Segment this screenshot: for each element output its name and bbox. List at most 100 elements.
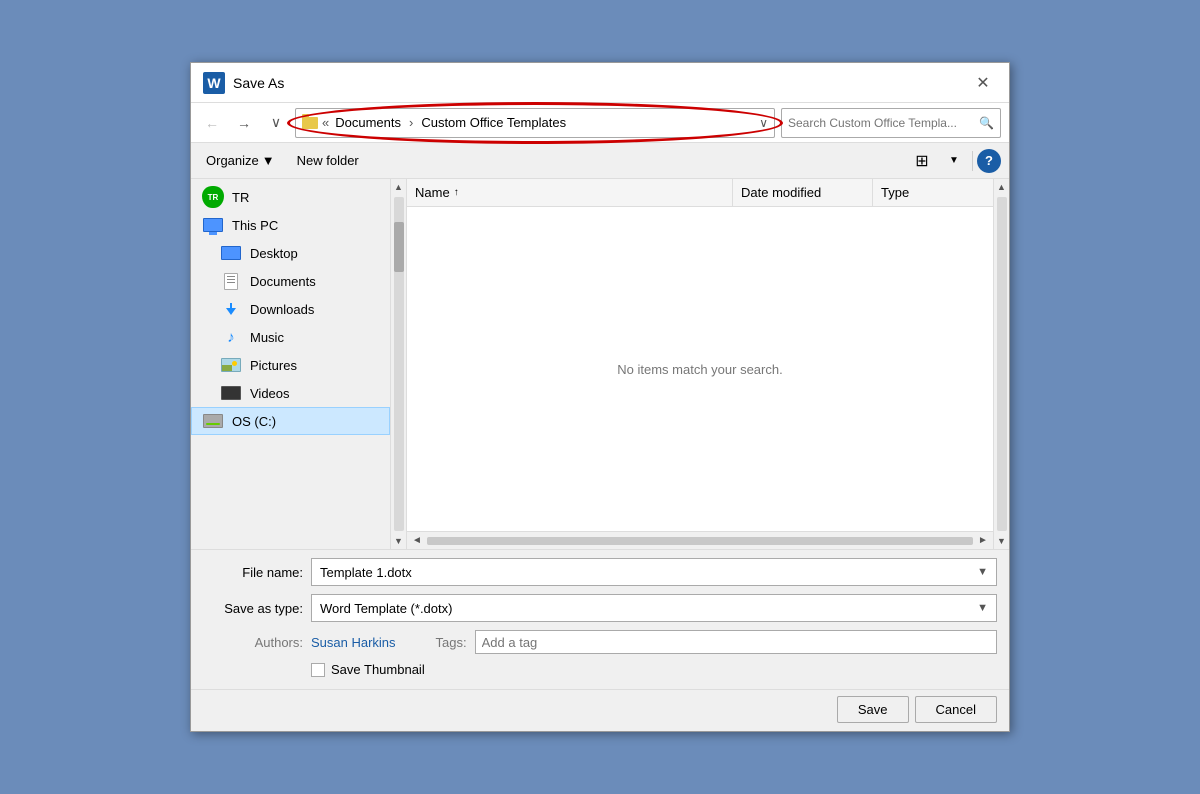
thumbnail-checkbox[interactable] bbox=[311, 663, 325, 677]
sidebar-scrollbar[interactable]: ▲ ▼ bbox=[391, 179, 407, 549]
sidebar-icon-downloads bbox=[220, 301, 242, 317]
organize-button[interactable]: Organize ▼ bbox=[199, 149, 282, 172]
file-empty-message: No items match your search. bbox=[407, 207, 993, 531]
filename-label: File name: bbox=[203, 565, 303, 580]
h-scroll-right-btn[interactable]: ► bbox=[975, 533, 991, 549]
filename-dropdown-icon[interactable]: ▼ bbox=[977, 566, 988, 578]
sidebar-scroll-track bbox=[394, 197, 404, 531]
sidebar-item-downloads[interactable]: Downloads bbox=[191, 295, 390, 323]
sidebar-scroll-up[interactable]: ▲ bbox=[391, 179, 407, 195]
toolbar-divider bbox=[972, 151, 973, 171]
back-button[interactable]: ← bbox=[199, 110, 225, 136]
path-dropdown-arrow[interactable]: ∨ bbox=[759, 116, 768, 130]
file-scroll-track bbox=[997, 197, 1007, 531]
filetype-value: Word Template (*.dotx) bbox=[320, 601, 977, 616]
sidebar-item-tr[interactable]: TR TR bbox=[191, 183, 390, 211]
path-separator: › bbox=[409, 115, 413, 130]
thumbnail-row: Save Thumbnail bbox=[203, 662, 997, 677]
sidebar-item-desktop[interactable]: Desktop bbox=[191, 239, 390, 267]
main-area: TR TR This PC bbox=[191, 179, 1009, 549]
sidebar-label-videos: Videos bbox=[250, 386, 290, 401]
dialog-title: Save As bbox=[233, 75, 284, 91]
downloads-icon bbox=[226, 303, 236, 315]
file-scrollbar[interactable]: ▲ ▼ bbox=[993, 179, 1009, 549]
path-bar-wrapper: « Documents › Custom Office Templates ∨ bbox=[295, 108, 775, 138]
sidebar-label-downloads: Downloads bbox=[250, 302, 314, 317]
filetype-row: Save as type: Word Template (*.dotx) ▼ bbox=[203, 594, 997, 622]
path-prefix: « bbox=[322, 115, 329, 130]
sidebar-item-documents[interactable]: Documents bbox=[191, 267, 390, 295]
sidebar-icon-tr: TR bbox=[202, 189, 224, 205]
sidebar: TR TR This PC bbox=[191, 179, 391, 549]
sidebar-icon-pictures bbox=[220, 357, 242, 373]
sidebar-label-music: Music bbox=[250, 330, 284, 345]
col-type-label: Type bbox=[881, 185, 909, 200]
filename-value: Template 1.dotx bbox=[320, 565, 977, 580]
col-name-label: Name bbox=[415, 185, 450, 200]
sidebar-label-tr: TR bbox=[232, 190, 249, 205]
filename-input[interactable]: Template 1.dotx ▼ bbox=[311, 558, 997, 586]
sort-arrow-icon: ↑ bbox=[454, 187, 459, 198]
thumbnail-label: Save Thumbnail bbox=[331, 662, 425, 677]
save-button[interactable]: Save bbox=[837, 696, 909, 723]
authors-label: Authors: bbox=[215, 635, 303, 650]
close-button[interactable]: ✕ bbox=[969, 69, 997, 97]
sidebar-label-desktop: Desktop bbox=[250, 246, 298, 261]
file-header: Name ↑ Date modified Type bbox=[407, 179, 993, 207]
col-date-header[interactable]: Date modified bbox=[733, 179, 873, 206]
sidebar-icon-desktop bbox=[220, 245, 242, 261]
action-row: Save Cancel bbox=[191, 689, 1009, 731]
sidebar-icon-pc bbox=[202, 217, 224, 233]
col-name-header[interactable]: Name ↑ bbox=[407, 179, 733, 206]
col-type-header[interactable]: Type bbox=[873, 179, 993, 206]
h-scroll-left-btn[interactable]: ◄ bbox=[409, 533, 425, 549]
h-scrollbar[interactable]: ◄ ► bbox=[407, 531, 993, 549]
filetype-input[interactable]: Word Template (*.dotx) ▼ bbox=[311, 594, 997, 622]
file-pane-inner: Name ↑ Date modified Type No items match… bbox=[407, 179, 1009, 549]
cancel-button[interactable]: Cancel bbox=[915, 696, 997, 723]
file-pane: Name ↑ Date modified Type No items match… bbox=[407, 179, 993, 549]
view-button[interactable]: ⊞ bbox=[908, 147, 936, 175]
file-scroll-down-btn[interactable]: ▼ bbox=[994, 533, 1010, 549]
view-icon: ⊞ bbox=[915, 151, 928, 171]
sidebar-item-this-pc[interactable]: This PC bbox=[191, 211, 390, 239]
new-folder-button[interactable]: New folder bbox=[290, 149, 366, 172]
file-scroll-up-btn[interactable]: ▲ bbox=[994, 179, 1010, 195]
drive-icon bbox=[203, 414, 223, 428]
save-as-dialog: W Save As ✕ ← → ∨ « Documents › Custom O… bbox=[190, 62, 1010, 732]
organize-arrow-icon: ▼ bbox=[262, 153, 275, 168]
path-segment-documents: Documents bbox=[335, 115, 401, 130]
sidebar-icon-drive bbox=[202, 413, 224, 429]
search-input[interactable] bbox=[788, 116, 975, 130]
nav-down-button[interactable]: ∨ bbox=[263, 110, 289, 136]
nav-bar: ← → ∨ « Documents › Custom Office Templa… bbox=[191, 103, 1009, 143]
help-button[interactable]: ? bbox=[977, 149, 1001, 173]
forward-button[interactable]: → bbox=[231, 110, 257, 136]
view-dropdown-button[interactable]: ▼ bbox=[940, 147, 968, 175]
sidebar-icon-videos bbox=[220, 385, 242, 401]
toolbar-right: ⊞ ▼ ? bbox=[908, 147, 1001, 175]
docs-icon bbox=[224, 273, 238, 290]
word-icon: W bbox=[203, 72, 225, 94]
pictures-icon bbox=[221, 358, 241, 372]
path-segment-templates: Custom Office Templates bbox=[421, 115, 566, 130]
meta-row: Authors: Susan Harkins Tags: bbox=[203, 630, 997, 654]
sidebar-scroll-down[interactable]: ▼ bbox=[391, 533, 407, 549]
sidebar-item-videos[interactable]: Videos bbox=[191, 379, 390, 407]
sidebar-item-music[interactable]: ♪ Music bbox=[191, 323, 390, 351]
organize-label: Organize bbox=[206, 153, 259, 168]
file-pane-container: Name ↑ Date modified Type No items match… bbox=[407, 179, 1009, 549]
path-bar[interactable]: « Documents › Custom Office Templates ∨ bbox=[295, 108, 775, 138]
filetype-dropdown-icon[interactable]: ▼ bbox=[977, 602, 988, 614]
sidebar-item-pictures[interactable]: Pictures bbox=[191, 351, 390, 379]
sidebar-scroll-thumb bbox=[394, 222, 404, 272]
sidebar-label-pictures: Pictures bbox=[250, 358, 297, 373]
sidebar-item-os-c[interactable]: OS (C:) bbox=[191, 407, 390, 435]
music-icon: ♪ bbox=[227, 329, 235, 346]
tags-input[interactable] bbox=[475, 630, 997, 654]
authors-value[interactable]: Susan Harkins bbox=[311, 635, 396, 650]
sidebar-icon-music: ♪ bbox=[220, 329, 242, 345]
sidebar-container: TR TR This PC bbox=[191, 179, 407, 549]
view-dropdown-icon: ▼ bbox=[949, 155, 959, 166]
sidebar-label-this-pc: This PC bbox=[232, 218, 278, 233]
